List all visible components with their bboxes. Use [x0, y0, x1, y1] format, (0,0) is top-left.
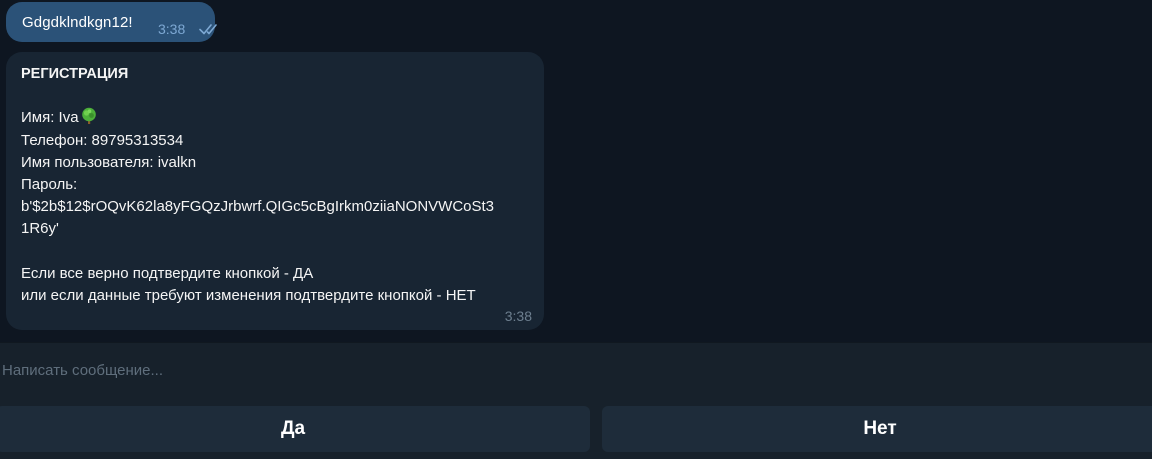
message-composer: [0, 342, 1152, 404]
message-time: 3:38: [504, 308, 532, 324]
confirm-no-line: или если данные требуют изменения подтве…: [21, 287, 476, 304]
name-text: Имя: Iva: [21, 109, 79, 127]
message-title: РЕГИСТРАЦИЯ: [21, 66, 129, 82]
message-body: РЕГИСТРАЦИЯ Имя: Iva Телефон: 8979531353…: [21, 63, 541, 307]
no-button[interactable]: Нет: [602, 406, 1152, 452]
message-input[interactable]: [0, 357, 902, 383]
outgoing-message[interactable]: Gdgdklndkgn12! 3:38: [6, 2, 217, 42]
confirm-yes-line: Если все верно подтвердите кнопкой - ДА: [21, 264, 314, 282]
reply-keyboard: Да Нет: [0, 404, 1152, 459]
password-label: Пароль:: [21, 176, 78, 193]
message-time: 3:38: [158, 21, 186, 37]
tree-emoji-icon: [81, 108, 96, 125]
password-hash-line-1: b'$2b$12$rOQvK62la8yFGQzJrbwrf.QIGc5cBgI…: [21, 198, 495, 216]
phone-line: Телефон: 89795313534: [21, 131, 184, 149]
incoming-message[interactable]: РЕГИСТРАЦИЯ Имя: Iva Телефон: 8979531353…: [6, 52, 544, 330]
message-text: Gdgdklndkgn12!: [22, 14, 133, 31]
chat-history: Gdgdklndkgn12! 3:38 РЕГИСТРАЦИЯ Имя: Iva…: [0, 0, 1152, 342]
yes-button[interactable]: Да: [0, 406, 590, 452]
username-line: Имя пользователя: ivalkn: [21, 153, 197, 171]
name-line: Имя: Iva: [21, 107, 541, 129]
double-check-icon: [199, 24, 217, 35]
password-hash-line-2: 1R6y': [21, 220, 59, 238]
